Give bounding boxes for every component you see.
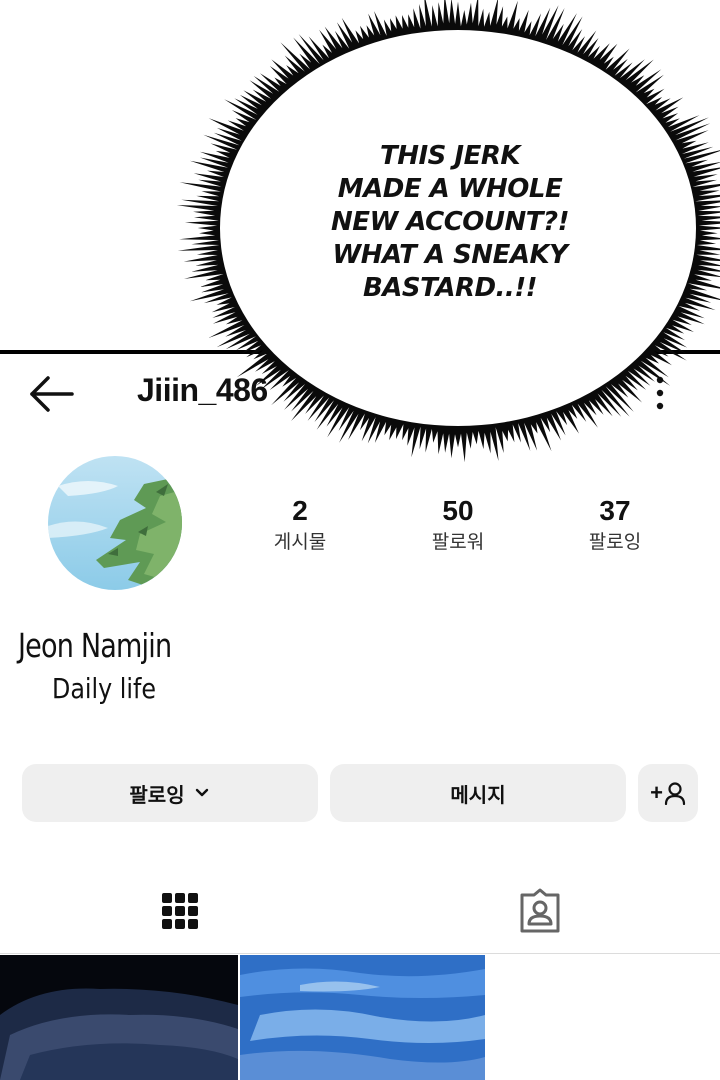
speech-bubble: THIS JERK MADE A WHOLE NEW ACCOUNT?! WHA… xyxy=(300,140,600,305)
speech-bubble-line-3: NEW ACCOUNT?! xyxy=(331,207,569,237)
speech-bubble-line-5: BASTARD..!! xyxy=(362,273,538,303)
speech-bubble-line-1: THIS JERK xyxy=(379,141,521,171)
speech-bubble-line-2: MADE A WHOLE xyxy=(337,174,563,204)
speech-bubble-line-4: WHAT A SNEAKY xyxy=(332,240,568,270)
